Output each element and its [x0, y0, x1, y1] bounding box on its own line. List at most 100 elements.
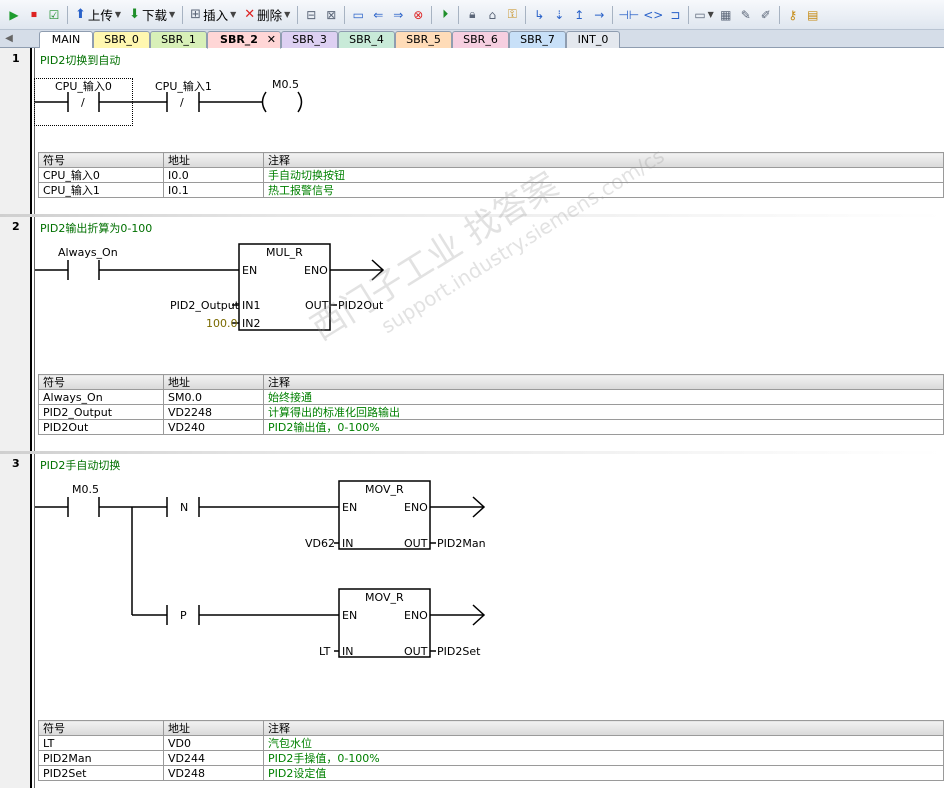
tab-sbr-4[interactable]: SBR_4 — [338, 31, 395, 48]
branch-up-icon[interactable]: ↥ — [570, 4, 588, 26]
insert-label: 插入 — [203, 8, 229, 23]
in2-operand[interactable]: 100.0 — [206, 317, 238, 330]
tab-sbr-7[interactable]: SBR_7 — [509, 31, 566, 48]
chevron-down-icon: ▼ — [284, 10, 291, 19]
tab-sbr-3[interactable]: SBR_3 — [281, 31, 338, 48]
comment-cell: PID2输出值，0-100% — [263, 419, 944, 435]
tab-main[interactable]: MAIN — [39, 31, 93, 48]
table-row[interactable]: PID2Man VD244 PID2手操值，0-100% — [38, 750, 944, 766]
tab-label: SBR_6 — [463, 33, 498, 46]
tab-int-0[interactable]: INT_0 — [566, 31, 620, 48]
out-operand[interactable]: PID2Set — [437, 645, 480, 658]
edit-alt-icon[interactable]: ✐ — [757, 4, 775, 26]
unlock-icon[interactable]: ⌂ — [483, 4, 501, 26]
table-row[interactable]: PID2Out VD240 PID2输出值，0-100% — [38, 419, 944, 435]
tab-label: SBR_7 — [520, 33, 555, 46]
window-icon[interactable]: ▭ — [349, 4, 367, 26]
back-icon[interactable]: ⇐ — [369, 4, 387, 26]
contact-operand[interactable]: CPU_输入0 — [55, 78, 112, 94]
ladder-editor[interactable]: 1 PID2切换到自动 CPU_输入0 / CPU_输入1 / M0.5 符号 … — [0, 48, 944, 788]
comment-cell: PID2设定值 — [263, 765, 944, 781]
address-cell: VD244 — [163, 750, 264, 766]
table-row[interactable]: CPU_输入1 I0.1 热工报警信号 — [38, 182, 944, 198]
out-pin-label: OUT — [305, 299, 329, 312]
branch-line-icon[interactable]: ⇣ — [550, 4, 568, 26]
tab-sbr-1[interactable]: SBR_1 — [150, 31, 207, 48]
column-header: 地址 — [163, 374, 264, 390]
properties-icon[interactable]: ▤ — [804, 4, 822, 26]
contact-operand[interactable]: M0.5 — [72, 483, 99, 496]
column-header: 符号 — [38, 152, 164, 168]
network-separator — [0, 214, 944, 217]
tab-sbr-0[interactable]: SBR_0 — [93, 31, 150, 48]
go-icon[interactable]: ⏵ — [436, 4, 454, 26]
upload-button[interactable]: ⬆ 上传 ▼ — [72, 4, 124, 26]
close-doc-icon[interactable]: ⊗ — [409, 4, 427, 26]
comment-cell: 计算得出的标准化回路输出 — [263, 404, 944, 420]
address-cell: I0.0 — [163, 167, 264, 183]
edit-icon[interactable]: ✎ — [737, 4, 755, 26]
table-row[interactable]: PID2Set VD248 PID2设定值 — [38, 765, 944, 781]
symbol-cell: PID2_Output — [38, 404, 164, 420]
in-pin-label: IN — [342, 645, 354, 658]
run-icon[interactable]: ▶ — [5, 4, 23, 26]
download-label: 下载 — [141, 8, 167, 23]
network-icon[interactable]: ⊟ — [302, 4, 320, 26]
tab-scroll-left-icon[interactable]: ◀ — [3, 32, 15, 46]
download-button[interactable]: ⬇ 下载 ▼ — [126, 4, 178, 26]
comment-icon[interactable]: ▭ ▼ — [693, 4, 715, 26]
tab-sbr-5[interactable]: SBR_5 — [395, 31, 452, 48]
insert-button[interactable]: ⊞ 插入 ▼ — [187, 4, 239, 26]
toolbar-separator — [67, 5, 68, 24]
symbol-table-icon[interactable]: ▦ — [717, 4, 735, 26]
table-header-row: 符号 地址 注释 — [38, 152, 944, 168]
in1-operand[interactable]: PID2_Output — [170, 299, 239, 312]
contact-operand[interactable]: CPU_输入1 — [155, 78, 212, 94]
line-right-icon[interactable]: → — [590, 4, 608, 26]
tab-label: SBR_2 — [220, 33, 258, 46]
delete-button[interactable]: ✕ 删除 ▼ — [241, 4, 293, 26]
table-row[interactable]: PID2_Output VD2248 计算得出的标准化回路输出 — [38, 404, 944, 420]
network-separator — [0, 451, 944, 454]
eno-pin-label: ENO — [404, 501, 428, 514]
tab-sbr-6[interactable]: SBR_6 — [452, 31, 509, 48]
en-pin-label: EN — [342, 501, 358, 514]
out-operand[interactable]: PID2Man — [437, 537, 486, 550]
tab-sbr-2[interactable]: SBR_2 ✕ — [207, 31, 281, 49]
out-pin-label: OUT — [404, 537, 428, 550]
n-contact-label: N — [180, 501, 189, 514]
coil-operand[interactable]: M0.5 — [272, 78, 299, 91]
lock-icon[interactable]: 🔒︎ — [463, 4, 481, 26]
lock-all-icon[interactable]: ⚿ — [503, 4, 521, 26]
tab-label: MAIN — [51, 33, 81, 46]
forward-icon[interactable]: ⇒ — [389, 4, 407, 26]
network-title[interactable]: PID2输出折算为0-100 — [40, 220, 152, 236]
symbol-table: 符号 地址 注释 LT VD0 汽包水位 PID2Man VD244 PID2手… — [38, 720, 944, 781]
in-operand[interactable]: VD62 — [305, 537, 335, 550]
table-row[interactable]: Always_On SM0.0 始终接通 — [38, 389, 944, 405]
stop-icon[interactable]: ⏹ — [25, 4, 43, 26]
table-row[interactable]: CPU_输入0 I0.0 手自动切换按钮 — [38, 167, 944, 183]
in-operand[interactable]: LT — [319, 645, 330, 658]
contact-operand[interactable]: Always_On — [58, 246, 118, 259]
close-icon[interactable]: ✕ — [267, 32, 276, 48]
key-icon[interactable]: ⚷ — [784, 4, 802, 26]
contact-icon[interactable]: ⊣⊢ — [617, 4, 640, 26]
symbol-cell: CPU_输入0 — [38, 167, 164, 183]
toolbar-separator — [344, 5, 346, 24]
box-icon[interactable]: ⊐ — [666, 4, 684, 26]
table-row[interactable]: LT VD0 汽包水位 — [38, 735, 944, 751]
chevron-down-icon: ▼ — [230, 10, 237, 19]
address-cell: VD240 — [163, 419, 264, 435]
network-title[interactable]: PID2手自动切换 — [40, 457, 120, 473]
coil-icon[interactable]: <> — [642, 4, 664, 26]
tab-label: SBR_4 — [349, 33, 384, 46]
in1-pin-label: IN1 — [242, 299, 261, 312]
out-operand[interactable]: PID2Out — [338, 299, 383, 312]
network-alt-icon[interactable]: ⊠ — [322, 4, 340, 26]
branch-down-icon[interactable]: ↳ — [530, 4, 548, 26]
p-contact-label: P — [180, 609, 187, 622]
chevron-down-icon: ▼ — [707, 10, 714, 19]
compile-icon[interactable]: ☑ — [45, 4, 63, 26]
tab-label: INT_0 — [577, 33, 609, 46]
